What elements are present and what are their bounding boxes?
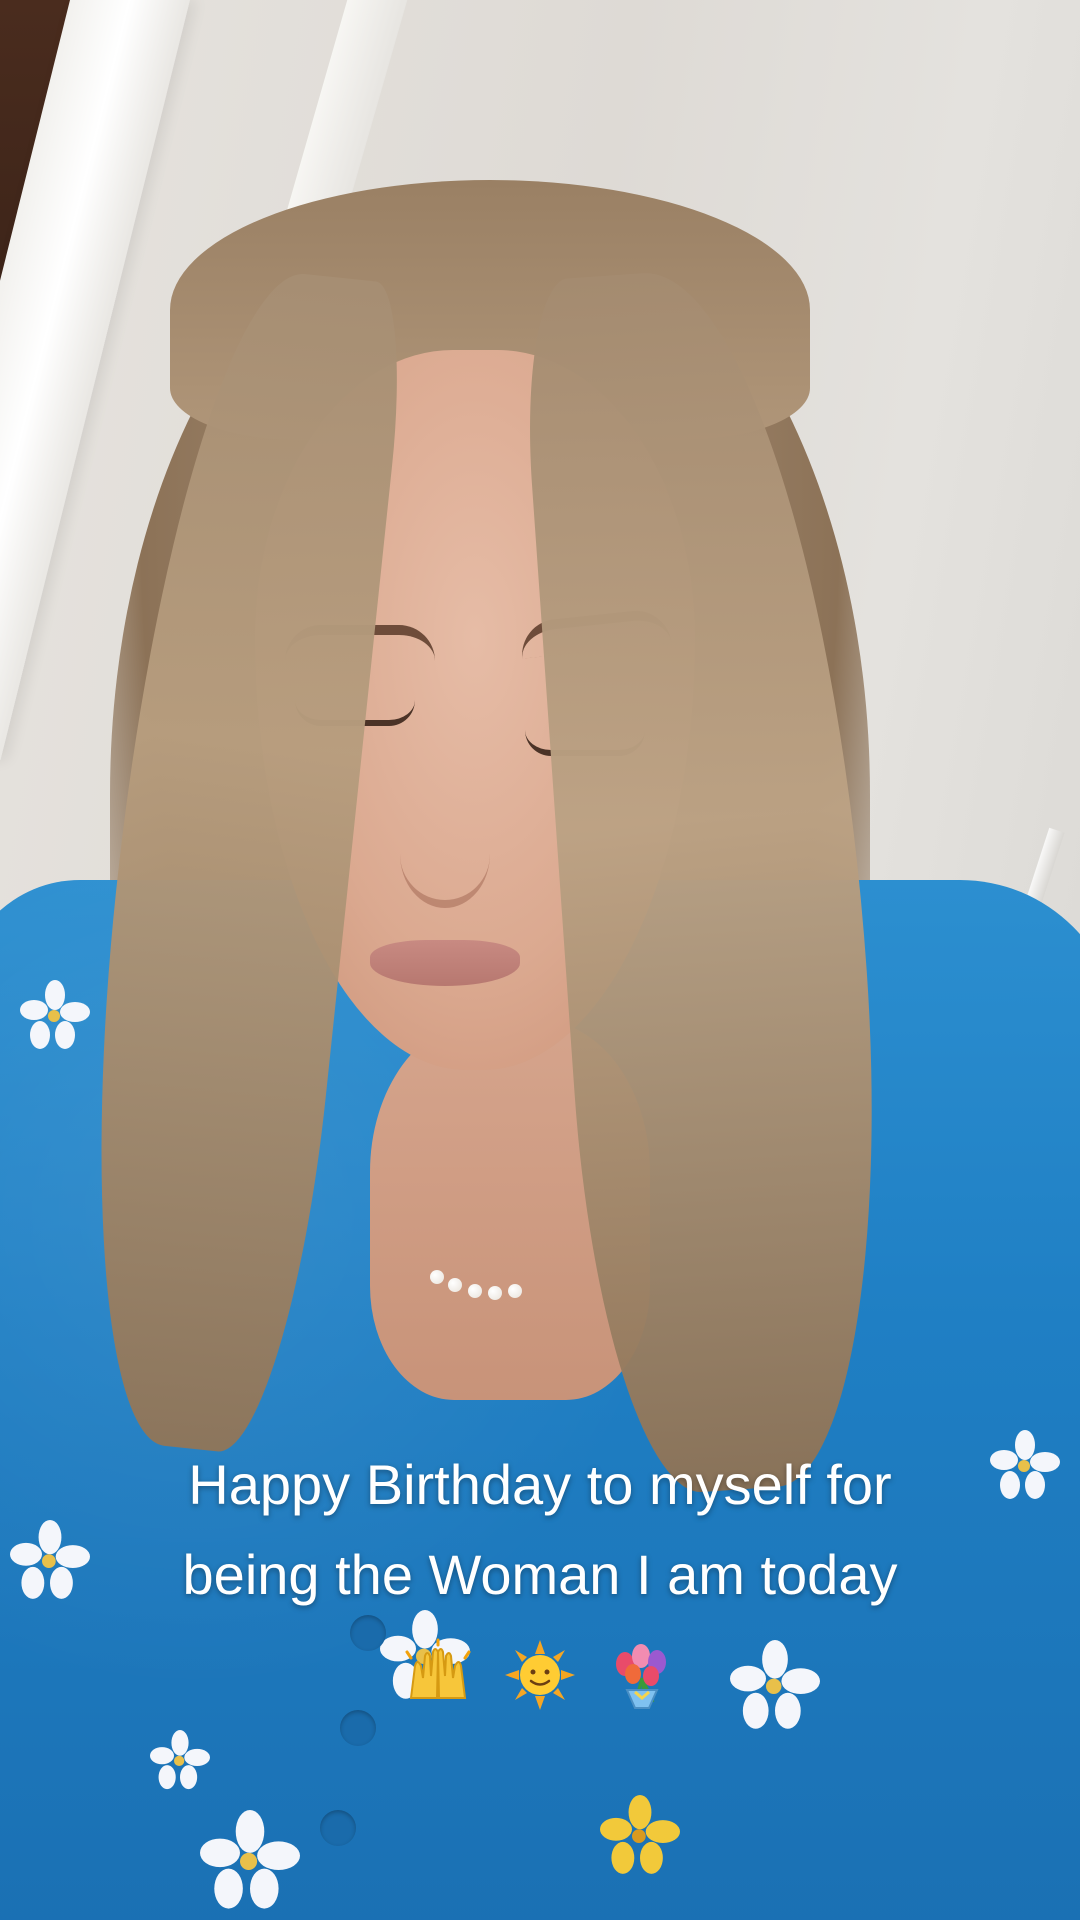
raising-hands-icon xyxy=(401,1638,475,1712)
video-caption: Happy Birthday to myself for being the W… xyxy=(40,1440,1040,1716)
bouquet-icon xyxy=(605,1638,679,1712)
flower-print xyxy=(200,1810,300,1910)
caption-line-1: Happy Birthday to myself for xyxy=(188,1453,892,1516)
flower-print xyxy=(20,980,90,1050)
video-frame: Happy Birthday to myself for being the W… xyxy=(0,0,1080,1920)
sun-with-face-icon xyxy=(503,1638,577,1712)
flower-print xyxy=(150,1730,210,1790)
nose xyxy=(400,800,490,908)
pearl-necklace xyxy=(430,1270,530,1310)
caption-line-2: being the Woman I am today xyxy=(182,1543,898,1606)
lips xyxy=(370,940,520,986)
caption-emojis xyxy=(40,1626,1040,1716)
flower-print xyxy=(600,1790,680,1880)
